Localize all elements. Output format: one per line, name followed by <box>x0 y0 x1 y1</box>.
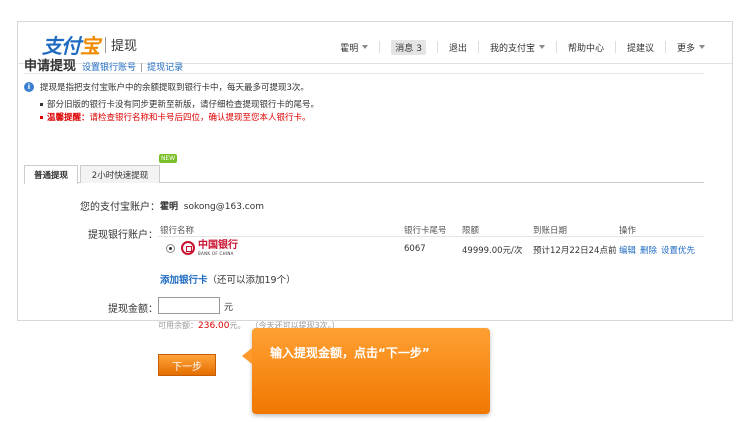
nav-my-alipay[interactable]: 我的支付宝 <box>477 41 556 54</box>
withdraw-history-link[interactable]: 提现记录 <box>147 60 183 73</box>
account-value: 霍明 sokong@163.com <box>160 202 265 212</box>
bank-account-label: 提现银行账户： <box>88 230 158 241</box>
callout-text: 输入提现金额，点击“下一步” <box>270 346 430 360</box>
info-icon: i <box>24 82 34 92</box>
note-bullet-1: 部分旧版的银行卡没有同步更新至新版，请仔细检查提现银行卡的尾号。 <box>40 98 319 110</box>
chevron-down-icon <box>699 45 705 49</box>
add-card-row: 添加银行卡（还可以添加19个） <box>160 275 296 286</box>
new-badge: NEW <box>159 154 178 163</box>
withdraw-tabs: 普通提现 2小时快速提现 NEW <box>24 154 704 184</box>
logo-subtitle: 提现 <box>111 39 138 54</box>
col-action: 操作 <box>619 226 637 236</box>
amount-input[interactable] <box>158 297 220 314</box>
logo-divider <box>105 36 106 53</box>
page-title-row: 申请提现 设置银行账号 | 提现记录 <box>24 55 183 74</box>
nav-more[interactable]: 更多 <box>664 41 716 54</box>
delete-bank-link[interactable]: 删除 <box>640 246 657 256</box>
link-separator: | <box>140 63 144 73</box>
amount-label: 提现金额： <box>108 304 158 315</box>
card-tail-value: 6067 <box>404 244 426 254</box>
balance-amount: 236.00 <box>198 321 230 331</box>
next-step-button[interactable]: 下一步 <box>158 354 216 376</box>
set-default-bank-link[interactable]: 设置优先 <box>661 246 695 256</box>
bank-actions: 编辑 删除 设置优先 <box>619 244 699 256</box>
nav-suggest[interactable]: 提建议 <box>614 41 665 54</box>
nav-user-menu[interactable]: 霍明 <box>329 41 379 54</box>
col-limit: 限额 <box>462 226 480 236</box>
chevron-down-icon <box>362 45 369 49</box>
tutorial-callout: 输入提现金额，点击“下一步” <box>242 328 490 414</box>
col-card-tail: 银行卡尾号 <box>404 226 447 236</box>
message-count-badge: 3 <box>416 43 422 54</box>
col-bank-name: 银行名称 <box>160 226 195 236</box>
top-nav: 霍明 消息 3 退出 我的支付宝 帮助中心 提建议 更多 <box>329 39 716 55</box>
page-title: 申请提现 <box>24 59 77 74</box>
tab-normal-withdraw[interactable]: 普通提现 <box>24 165 78 184</box>
nav-messages[interactable]: 消息 3 <box>379 39 437 55</box>
bank-table-divider <box>158 236 704 237</box>
edit-bank-link[interactable]: 编辑 <box>619 246 636 256</box>
arrival-value: 预计12月22日24点前 <box>533 246 617 256</box>
chevron-down-icon <box>538 45 545 49</box>
bank-select-radio[interactable] <box>166 244 175 253</box>
boc-emblem-icon <box>181 241 195 255</box>
amount-unit: 元 <box>224 303 234 313</box>
bullet-icon <box>40 115 43 119</box>
bullet-icon <box>40 102 43 106</box>
set-bank-account-link[interactable]: 设置银行账号 <box>82 60 136 73</box>
bank-of-china-logo: 中国银行 BANK OF CHINA <box>181 240 238 256</box>
info-note: i 提现是指把支付宝账户中的余额提取到银行卡中，每天最多可提现3次。 <box>24 81 309 93</box>
limit-value: 49999.00元/次 <box>462 246 523 256</box>
account-label: 您的支付宝账户： <box>80 202 160 213</box>
nav-logout[interactable]: 退出 <box>436 41 478 54</box>
add-bank-card-link[interactable]: 添加银行卡 <box>160 275 208 286</box>
tab-fast-withdraw[interactable]: 2小时快速提现 <box>80 165 160 183</box>
col-arrival: 到账日期 <box>533 226 568 236</box>
title-divider <box>24 73 704 74</box>
nav-help[interactable]: 帮助中心 <box>555 41 615 54</box>
note-warning: 温馨提醒： 请检查银行名称和卡号后四位，确认提现至您本人银行卡。 <box>40 111 311 123</box>
